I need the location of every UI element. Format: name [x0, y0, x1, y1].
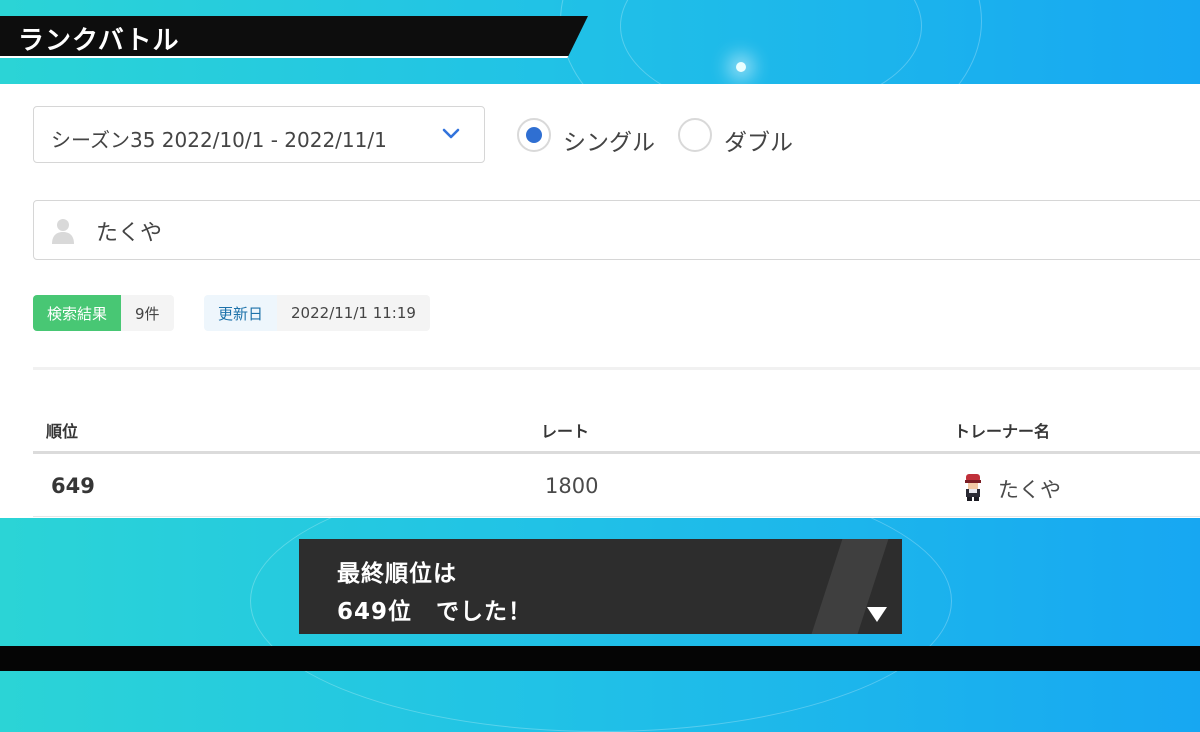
- dialog-line-1: 最終順位は: [337, 561, 457, 587]
- title-bar: ランクバトル: [0, 16, 588, 58]
- table-row-divider: [33, 516, 1200, 517]
- radio-double-label[interactable]: ダブル: [724, 123, 793, 157]
- trainer-name-field[interactable]: [33, 200, 1200, 260]
- section-divider: [33, 367, 1200, 370]
- radio-single-label[interactable]: シングル: [563, 123, 655, 157]
- table-cell-trainer: たくや: [998, 478, 1061, 502]
- ranking-panel: シーズン35 2022/10/1 - 2022/11/1 シングル ダブル 検索…: [0, 84, 1200, 518]
- updated-date-tag: 更新日 2022/11/1 11:19: [204, 295, 430, 331]
- user-icon: [52, 219, 74, 244]
- updated-date-value: 2022/11/1 11:19: [277, 295, 430, 331]
- message-dialog[interactable]: 最終順位は 649位 でした！: [299, 539, 902, 634]
- column-header-trainer: トレーナー名: [954, 422, 1051, 441]
- season-dropdown-value: シーズン35 2022/10/1 - 2022/11/1: [51, 128, 387, 152]
- updated-date-label: 更新日: [204, 295, 278, 331]
- table-header-divider: [33, 451, 1200, 454]
- app-title: ランクバトル: [18, 26, 180, 56]
- column-header-rank: 順位: [46, 422, 79, 441]
- season-dropdown[interactable]: シーズン35 2022/10/1 - 2022/11/1: [33, 106, 485, 163]
- radio-single[interactable]: [517, 118, 551, 152]
- trainer-name-input[interactable]: [94, 213, 698, 249]
- column-header-rate: レート: [541, 422, 590, 441]
- bottom-bar: [0, 646, 1200, 671]
- trainer-avatar-icon: [965, 474, 981, 501]
- table-cell-rate: 1800: [545, 474, 599, 498]
- table-cell-rank: 649: [51, 474, 95, 498]
- chevron-down-icon: [442, 128, 460, 139]
- result-count-value: 9件: [121, 295, 174, 331]
- dialog-line-2: 649位 でした！: [337, 599, 533, 625]
- result-count-tag: 検索結果 9件: [33, 295, 174, 331]
- result-count-label: 検索結果: [33, 295, 122, 331]
- radio-double[interactable]: [678, 118, 712, 152]
- triangle-down-icon[interactable]: [867, 607, 887, 622]
- background-glow: [736, 62, 746, 72]
